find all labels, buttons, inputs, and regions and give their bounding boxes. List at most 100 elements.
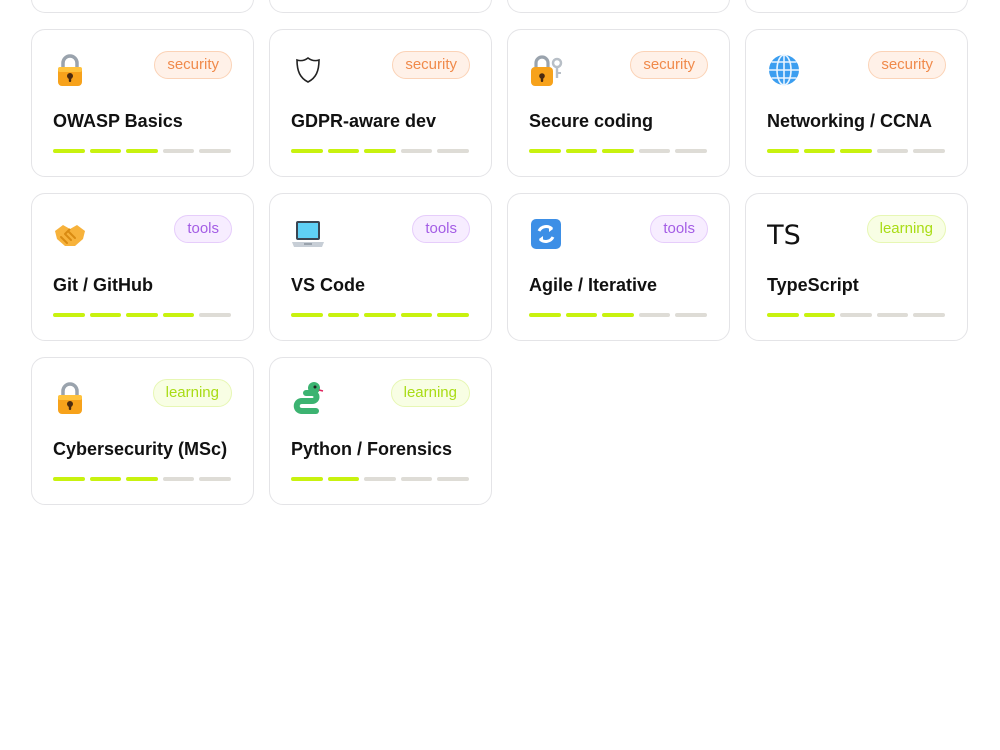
skills-grid: security OWASP Basics security GDPR-aware d… <box>31 0 968 505</box>
refresh-icon <box>528 216 564 252</box>
skill-level-meter <box>291 149 469 153</box>
level-segment-filled <box>327 149 359 153</box>
padlock-key-icon <box>528 52 564 88</box>
level-segment-empty <box>638 313 670 317</box>
level-segment-filled <box>89 149 121 153</box>
skill-title: Networking / CCNA <box>767 111 933 131</box>
skill-level-meter <box>767 313 945 317</box>
skill-level-meter <box>291 477 469 481</box>
level-segment-filled <box>400 313 432 317</box>
level-segment-filled <box>53 313 85 317</box>
level-segment-filled <box>602 313 634 317</box>
skill-title: Python / Forensics <box>291 439 453 459</box>
padlock-icon <box>52 52 88 88</box>
category-badge: security <box>154 51 232 79</box>
handshake-icon <box>52 216 88 252</box>
level-segment-empty <box>199 477 231 481</box>
ts-icon: TS <box>766 216 802 252</box>
ts-icon-text: TS <box>767 219 801 251</box>
level-segment-empty <box>876 313 908 317</box>
level-segment-filled <box>529 313 561 317</box>
skill-level-meter <box>53 313 231 317</box>
category-badge: security <box>392 51 470 79</box>
category-badge: security <box>630 51 708 79</box>
level-segment-filled <box>291 313 323 317</box>
skill-card: security GDPR-aware dev <box>269 29 492 177</box>
level-segment-empty <box>675 313 707 317</box>
level-segment-filled <box>529 149 561 153</box>
level-segment-filled <box>602 149 634 153</box>
category-badge: tools <box>174 215 232 243</box>
skill-card: TS learning TypeScript <box>745 193 968 341</box>
skill-card: learning Cybersecurity (MSc) <box>31 357 254 505</box>
level-segment-filled <box>89 477 121 481</box>
category-badge: security <box>868 51 946 79</box>
shield-icon <box>290 52 326 88</box>
skill-level-meter <box>53 149 231 153</box>
level-segment-empty <box>400 149 432 153</box>
level-segment-empty <box>638 149 670 153</box>
skill-card: tools Git / GitHub <box>31 193 254 341</box>
level-segment-filled <box>291 149 323 153</box>
level-segment-filled <box>364 313 396 317</box>
level-segment-filled <box>53 477 85 481</box>
skill-level-meter <box>53 477 231 481</box>
level-segment-filled <box>364 149 396 153</box>
level-segment-empty <box>675 149 707 153</box>
level-segment-filled <box>126 313 158 317</box>
skill-card-partial <box>269 0 492 13</box>
level-segment-empty <box>162 477 194 481</box>
skill-title: OWASP Basics <box>53 111 183 131</box>
category-badge: tools <box>412 215 470 243</box>
padlock-icon <box>52 380 88 416</box>
skill-card: security Secure coding <box>507 29 730 177</box>
laptop-icon <box>290 216 326 252</box>
level-segment-empty <box>400 477 432 481</box>
level-segment-empty <box>913 313 945 317</box>
skill-title: Agile / Iterative <box>529 275 658 295</box>
level-segment-empty <box>437 477 469 481</box>
snake-icon <box>290 380 326 416</box>
level-segment-empty <box>876 149 908 153</box>
level-segment-filled <box>437 313 469 317</box>
skill-card: security OWASP Basics <box>31 29 254 177</box>
level-segment-empty <box>162 149 194 153</box>
level-segment-filled <box>565 313 597 317</box>
category-badge: learning <box>866 215 946 243</box>
skill-title: Secure coding <box>529 111 654 131</box>
category-badge: learning <box>390 379 470 407</box>
skill-level-meter <box>529 149 707 153</box>
skill-title: Cybersecurity (MSc) <box>53 439 228 459</box>
level-segment-empty <box>913 149 945 153</box>
level-segment-filled <box>327 313 359 317</box>
globe-icon <box>766 52 802 88</box>
level-segment-filled <box>89 313 121 317</box>
skill-title: TypeScript <box>767 275 859 295</box>
skill-level-meter <box>529 313 707 317</box>
level-segment-filled <box>327 477 359 481</box>
skill-level-meter <box>291 313 469 317</box>
skill-title: Git / GitHub <box>53 275 153 295</box>
level-segment-empty <box>199 149 231 153</box>
category-badge: tools <box>650 215 708 243</box>
skill-level-meter <box>767 149 945 153</box>
skill-card: tools VS Code <box>269 193 492 341</box>
level-segment-empty <box>364 477 396 481</box>
skill-card-partial <box>31 0 254 13</box>
skill-card-partial <box>507 0 730 13</box>
skill-card: security Networking / CCNA <box>745 29 968 177</box>
skill-card: learning Python / Forensics <box>269 357 492 505</box>
level-segment-filled <box>565 149 597 153</box>
level-segment-filled <box>803 313 835 317</box>
skill-card: tools Agile / Iterative <box>507 193 730 341</box>
level-segment-filled <box>291 477 323 481</box>
skill-card-partial <box>745 0 968 13</box>
level-segment-filled <box>803 149 835 153</box>
level-segment-empty <box>199 313 231 317</box>
level-segment-empty <box>437 149 469 153</box>
level-segment-empty <box>840 313 872 317</box>
skill-title: VS Code <box>291 275 366 295</box>
level-segment-filled <box>53 149 85 153</box>
category-badge: learning <box>152 379 232 407</box>
level-segment-filled <box>767 313 799 317</box>
